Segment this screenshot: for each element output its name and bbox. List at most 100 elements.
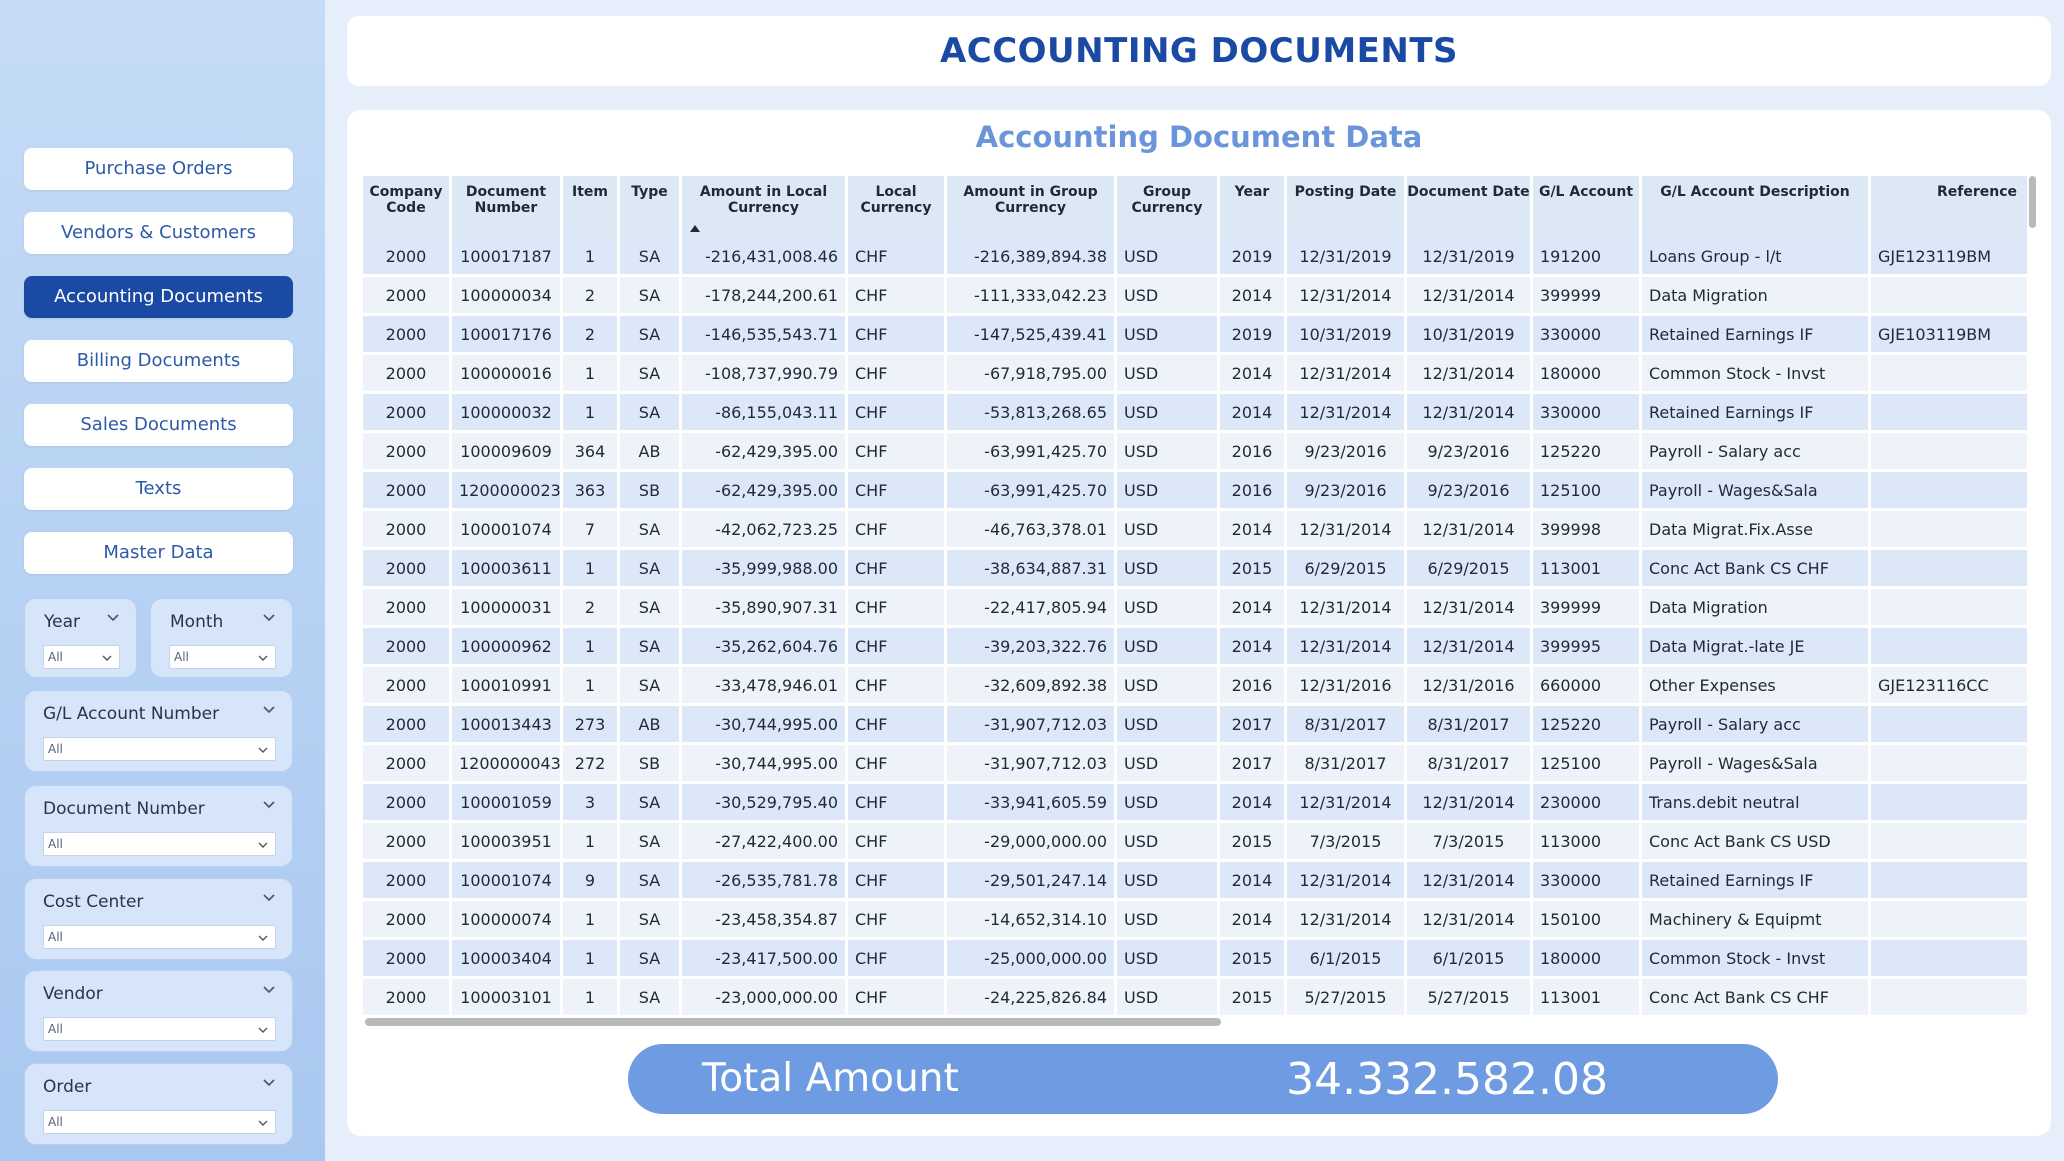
order-select[interactable]: All [43,1110,276,1134]
table-cell: SA [620,667,682,706]
table-row[interactable]: 2000 100003101 1 SA -23,000,000.00 CHF -24,225… [363,979,2029,1018]
col-header-reference[interactable]: Reference [1871,176,2029,238]
table-cell: -33,478,946.01 [682,667,848,706]
col-header-amount-group[interactable]: Amount in Group Currency [947,176,1117,238]
table-cell: 273 [563,706,620,745]
table-cell: 8/31/2017 [1407,706,1533,745]
cost-center-select[interactable]: All [43,925,276,949]
table-row[interactable]: 2000 100000016 1 SA -108,737,990.79 CHF -67,91… [363,355,2029,394]
col-header-year[interactable]: Year [1220,176,1287,238]
col-header-group-currency[interactable]: Group Currency [1117,176,1220,238]
table-row[interactable]: 2000 100000031 2 SA -35,890,907.31 CHF -22,417… [363,589,2029,628]
table-cell: Payroll - Salary acc [1642,706,1871,745]
col-header-company-code[interactable]: Company Code [363,176,452,238]
table-cell: 12/31/2014 [1287,784,1407,823]
table-cell: CHF [848,511,947,550]
table-row[interactable]: 2000 1200000023 363 SB -62,429,395.00 CHF -63,… [363,472,2029,511]
gl-account-select[interactable]: All [43,737,276,761]
table-cell: 2000 [363,784,452,823]
table-row[interactable]: 2000 100013443 273 AB -30,744,995.00 CHF -31,9… [363,706,2029,745]
table-cell: -25,000,000.00 [947,940,1117,979]
document-number-select[interactable]: All [43,832,276,856]
table-cell: -30,529,795.40 [682,784,848,823]
col-header-item[interactable]: Item [563,176,620,238]
table-cell: SA [620,355,682,394]
table-cell: GJE123119BM [1871,238,2029,277]
nav-vendors-customers[interactable]: Vendors & Customers [24,212,293,254]
table-row[interactable]: 2000 100017176 2 SA -146,535,543.71 CHF -147,5… [363,316,2029,355]
table-cell: 2 [563,316,620,355]
month-filter: Month All [150,598,293,678]
table-row[interactable]: 2000 100003951 1 SA -27,422,400.00 CHF -29,000… [363,823,2029,862]
table-row[interactable]: 2000 100017187 1 SA -216,431,008.46 CHF -216,3… [363,238,2029,277]
nav-accounting-documents[interactable]: Accounting Documents [24,276,293,318]
month-select[interactable]: All [169,645,276,669]
table-cell: 125220 [1533,433,1642,472]
table-row[interactable]: 2000 100003611 1 SA -35,999,988.00 CHF -38,634… [363,550,2029,589]
vertical-scrollbar[interactable] [2029,176,2036,228]
chevron-down-icon[interactable] [262,798,276,812]
col-header-gl-account[interactable]: G/L Account [1533,176,1642,238]
table-row[interactable]: 2000 100009609 364 AB -62,429,395.00 CHF -63,9… [363,433,2029,472]
table-cell: Other Expenses [1642,667,1871,706]
table-cell [1871,277,2029,316]
year-select[interactable]: All [43,645,120,669]
horizontal-scrollbar[interactable] [365,1018,1221,1026]
chevron-down-icon[interactable] [262,891,276,905]
table-cell: 180000 [1533,940,1642,979]
chevron-down-icon[interactable] [262,611,276,625]
table-row[interactable]: 2000 100000074 1 SA -23,458,354.87 CHF -14,652… [363,901,2029,940]
table-cell [1871,472,2029,511]
table-cell: 399998 [1533,511,1642,550]
table-cell: 12/31/2014 [1407,628,1533,667]
table-cell: CHF [848,472,947,511]
nav-sales-documents[interactable]: Sales Documents [24,404,293,446]
table-row[interactable]: 2000 100003404 1 SA -23,417,500.00 CHF -25,000… [363,940,2029,979]
nav-purchase-orders[interactable]: Purchase Orders [24,148,293,190]
table-cell: 2014 [1220,355,1287,394]
table-cell: 100001074 [452,862,563,901]
col-header-document-number[interactable]: Document Number [452,176,563,238]
table-cell: 230000 [1533,784,1642,823]
table-row[interactable]: 2000 100001059 3 SA -30,529,795.40 CHF -33,941… [363,784,2029,823]
col-header-type[interactable]: Type [620,176,682,238]
table-cell: 2000 [363,589,452,628]
table-cell: 125100 [1533,745,1642,784]
table-cell: -14,652,314.10 [947,901,1117,940]
table-cell: SA [620,394,682,433]
chevron-down-icon[interactable] [262,1076,276,1090]
data-table-container[interactable]: Company Code Document Number Item Type A… [363,176,2029,1026]
nav-billing-documents[interactable]: Billing Documents [24,340,293,382]
nav-texts[interactable]: Texts [24,468,293,510]
table-cell: Data Migrat.-late JE [1642,628,1871,667]
table-row[interactable]: 2000 100000032 1 SA -86,155,043.11 CHF -53,813… [363,394,2029,433]
table-row[interactable]: 2000 100001074 9 SA -26,535,781.78 CHF -29,501… [363,862,2029,901]
chevron-down-icon[interactable] [106,611,120,625]
table-row[interactable]: 2000 100000034 2 SA -178,244,200.61 CHF -111,3… [363,277,2029,316]
vendor-select[interactable]: All [43,1017,276,1041]
col-header-local-currency[interactable]: Local Currency [848,176,947,238]
nav-master-data[interactable]: Master Data [24,532,293,574]
table-row[interactable]: 2000 100001074 7 SA -42,062,723.25 CHF -46,763… [363,511,2029,550]
table-cell: USD [1117,277,1220,316]
col-header-posting-date[interactable]: Posting Date [1287,176,1407,238]
col-header-gl-account-description[interactable]: G/L Account Description [1642,176,1871,238]
table-row[interactable]: 2000 1200000043 272 SB -30,744,995.00 CHF -31,… [363,745,2029,784]
table-cell: USD [1117,706,1220,745]
table-cell: SB [620,472,682,511]
col-header-amount-local[interactable]: Amount in Local Currency [682,176,848,238]
table-row[interactable]: 2000 100000962 1 SA -35,262,604.76 CHF -39,203… [363,628,2029,667]
table-cell: 1200000043 [452,745,563,784]
table-title: Accounting Document Data [975,120,1423,154]
table-cell: 12/31/2014 [1407,784,1533,823]
table-cell: 1 [563,901,620,940]
chevron-down-icon[interactable] [262,983,276,997]
table-row[interactable]: 2000 100010991 1 SA -33,478,946.01 CHF -32,609… [363,667,2029,706]
table-cell: -35,999,988.00 [682,550,848,589]
chevron-down-icon[interactable] [262,703,276,717]
table-cell: -35,262,604.76 [682,628,848,667]
table-cell: CHF [848,277,947,316]
col-header-document-date[interactable]: Document Date [1407,176,1533,238]
table-cell [1871,433,2029,472]
document-number-filter: Document Number All [24,785,293,867]
